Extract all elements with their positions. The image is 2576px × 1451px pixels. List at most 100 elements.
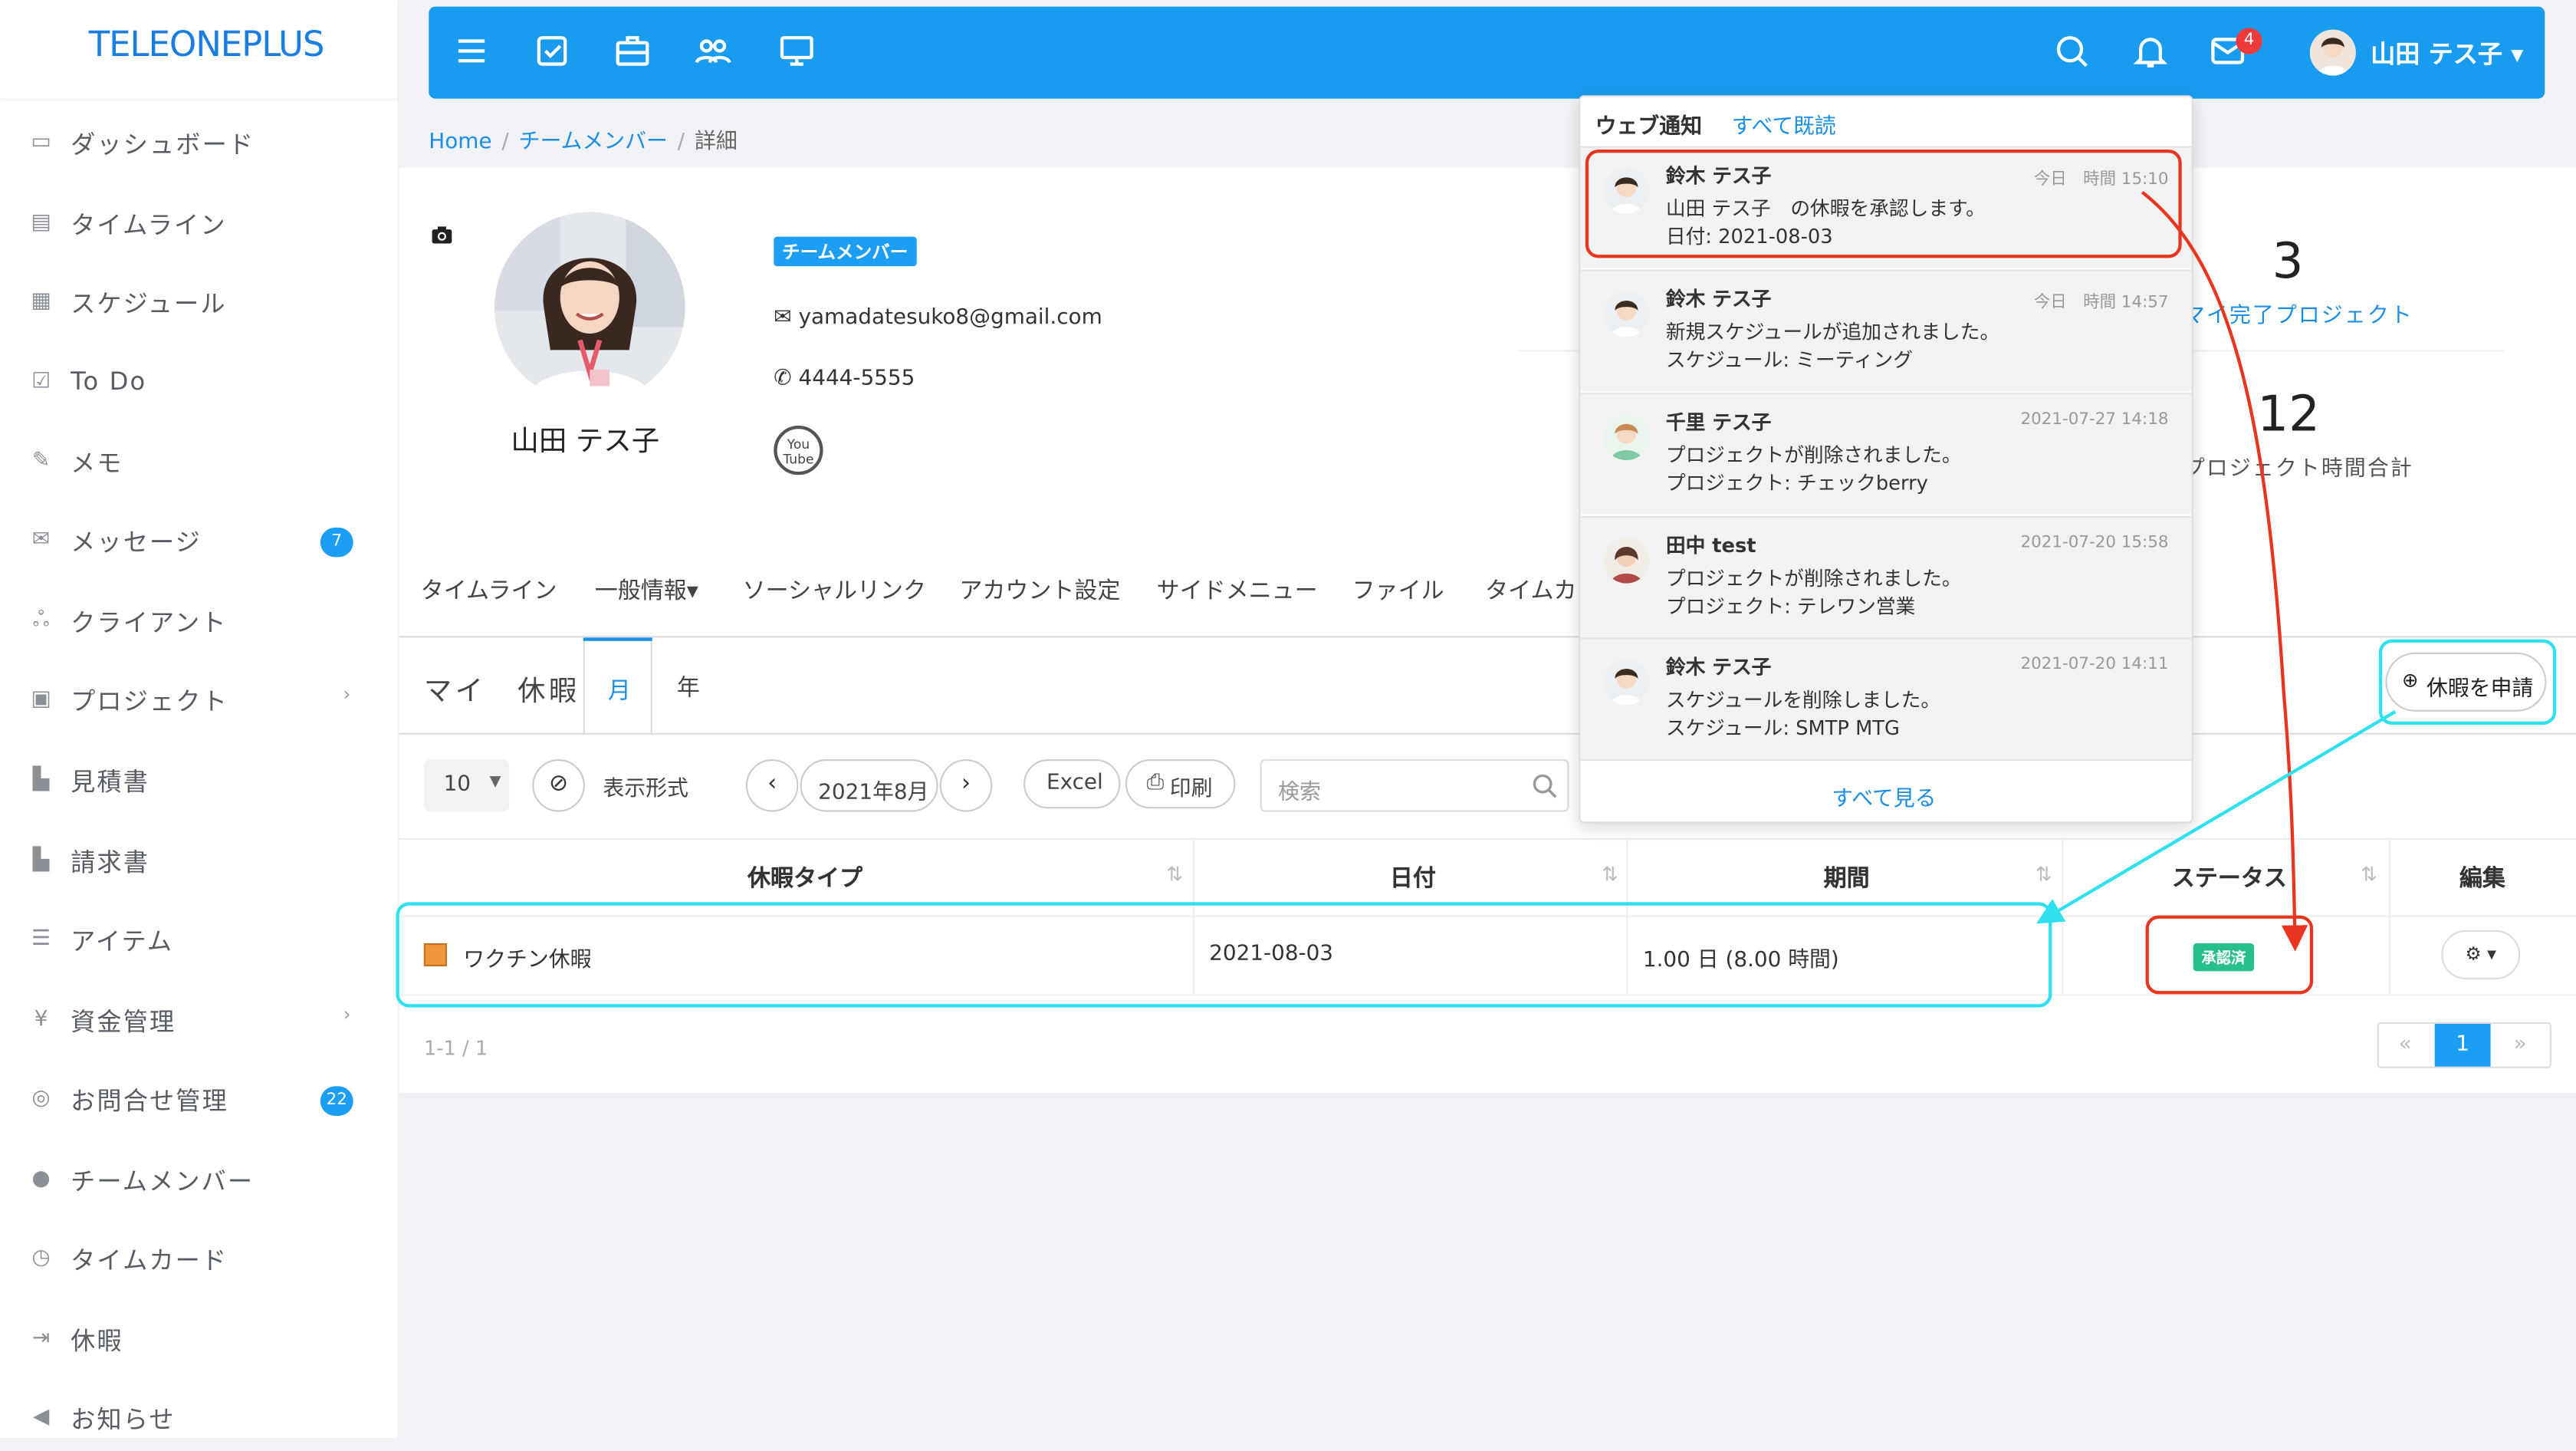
tab-timeline[interactable]: タイムライン	[421, 574, 557, 607]
todo-check-icon[interactable]	[532, 31, 575, 74]
sort-icon[interactable]: ⇅	[2036, 863, 2052, 886]
prev-month-button[interactable]: ‹	[745, 758, 799, 812]
sidebar-item-label: 資金管理	[71, 1007, 176, 1038]
notification-item[interactable]: 千里 テス子 2021-07-27 14:18 プロジェクトが削除されました。 …	[1580, 393, 2192, 515]
bell-icon[interactable]	[2131, 31, 2174, 74]
print-button[interactable]: ⎙ 印刷	[1125, 758, 1236, 809]
column-header-status[interactable]: ステータス	[2172, 861, 2287, 894]
see-all-label: すべて見る	[1832, 787, 1937, 812]
youtube-icon[interactable]: You Tube	[774, 426, 823, 475]
briefcase-icon[interactable]	[613, 31, 656, 74]
calendar-icon: ▦	[31, 289, 51, 314]
gear-icon: ⚙	[2465, 943, 2482, 965]
logo-text: TELEONEPLUS	[88, 25, 325, 64]
sidebar-item-support[interactable]: ◎ お問合せ管理 22	[0, 1067, 398, 1133]
breadcrumb-home[interactable]: Home	[429, 130, 491, 154]
sidebar-item-team-members[interactable]: ● チームメンバー	[0, 1147, 398, 1213]
breadcrumb-team-members[interactable]: チームメンバー	[519, 130, 668, 154]
mark-all-read-link[interactable]: すべて既読	[1732, 108, 1836, 140]
top-navbar: 4 山田 テス子 ▾	[429, 6, 2545, 99]
tab-month[interactable]: 月	[583, 639, 652, 735]
sidebar-item-label: ダッシュボード	[71, 130, 255, 160]
sidebar: TELEONEPLUS ▭ ダッシュボード ▤ タイムライン ▦ スケジュール ☑ To…	[0, 0, 398, 1438]
notification-item[interactable]: 田中 test 2021-07-20 15:58 プロジェクトが削除されました。…	[1580, 515, 2192, 638]
sidebar-item-items[interactable]: ☰ アイテム	[0, 907, 398, 973]
profile-phone: ✆ 4444-5555	[774, 367, 915, 391]
notification-sender: 鈴木 テス子	[1665, 288, 1772, 311]
user-menu[interactable]: 山田 テス子 ▾	[2371, 36, 2523, 71]
sidebar-item-clients[interactable]: ஃ クライアント	[0, 588, 398, 654]
highlight-cyan-leave-row	[396, 902, 2052, 1008]
tab-social-links[interactable]: ソーシャルリンク	[743, 574, 926, 607]
users-icon[interactable]	[693, 31, 736, 74]
subtabs-divider	[399, 732, 2576, 735]
avatar	[1603, 414, 1650, 460]
search-icon[interactable]	[2052, 31, 2095, 74]
sidebar-item-schedule[interactable]: ▦ スケジュール	[0, 269, 398, 335]
sidebar-item-leave[interactable]: ⇥ 休暇	[0, 1307, 398, 1373]
active-tab-indicator	[583, 637, 652, 641]
pagination-page[interactable]: 1	[2434, 1024, 2491, 1067]
logo[interactable]: TELEONEPLUS	[0, 0, 398, 99]
row-actions-button[interactable]: ⚙ ▾	[2441, 929, 2521, 980]
user-icon: ●	[31, 1166, 51, 1192]
notification-time: 2021-07-20 15:58	[2020, 534, 2169, 552]
sidebar-item-timecard[interactable]: ◷ タイムカード	[0, 1226, 398, 1292]
pagination-next[interactable]: »	[2514, 1032, 2527, 1057]
sidebar-item-label: プロジェクト	[71, 686, 228, 717]
sidebar-item-timeline[interactable]: ▤ タイムライン	[0, 191, 398, 257]
column-header-date[interactable]: 日付	[1390, 861, 1436, 894]
caret-down-icon: ▾	[2487, 943, 2496, 965]
tab-side-menu[interactable]: サイドメニュー	[1157, 574, 1318, 607]
sidebar-item-label: お問合せ管理	[71, 1086, 228, 1116]
tab-year[interactable]: 年	[677, 670, 700, 703]
sidebar-item-invoices[interactable]: ▙ 請求書	[0, 828, 398, 894]
edit-icon: ✎	[31, 449, 51, 474]
search-input[interactable]: 検索	[1260, 758, 1569, 812]
sidebar-item-projects[interactable]: ▣ プロジェクト ›	[0, 667, 398, 733]
notification-detail: プロジェクト: テレワン営業	[1665, 594, 1916, 618]
notification-item[interactable]: 鈴木 テス子 今日 時間 14:57 新規スケジュールが追加されました。 スケジ…	[1580, 269, 2192, 391]
envelope-icon: ✉	[31, 527, 51, 552]
tab-general-info[interactable]: 一般情報▾	[595, 574, 698, 607]
column-header-duration[interactable]: 期間	[1824, 861, 1870, 894]
notification-item[interactable]: 鈴木 テス子 2021-07-20 14:11 スケジュールを削除しました。 ス…	[1580, 637, 2192, 759]
bullhorn-icon: ◀	[32, 1405, 50, 1430]
notification-header: ウェブ通知 すべて既読	[1580, 97, 2191, 146]
search-placeholder: 検索	[1278, 780, 1321, 805]
sidebar-item-memo[interactable]: ✎ メモ	[0, 429, 398, 495]
sidebar-item-dashboard[interactable]: ▭ ダッシュボード	[0, 110, 398, 176]
sidebar-item-announcements[interactable]: ◀ お知らせ	[0, 1385, 398, 1451]
sort-icon[interactable]: ⇅	[2361, 863, 2377, 886]
monitor-icon[interactable]	[777, 31, 820, 74]
sidebar-item-label: 請求書	[71, 847, 150, 878]
sidebar-item-estimates[interactable]: ▙ 見積書	[0, 748, 398, 814]
sidebar-item-finance[interactable]: ¥ 資金管理 ›	[0, 988, 398, 1054]
display-format-button[interactable]: ⊘ 表示形式	[532, 758, 733, 812]
stat-completed-projects-label[interactable]: マイ完了プロジェクト	[2183, 298, 2413, 328]
column-header-leave-type[interactable]: 休暇タイプ	[748, 861, 863, 894]
page-length-select[interactable]: 10 ▼	[423, 758, 510, 812]
page-length-value: 10	[443, 772, 472, 798]
sort-icon[interactable]: ⇅	[1166, 863, 1183, 886]
excel-label: Excel	[1046, 770, 1103, 796]
highlight-cyan-apply-button	[2378, 639, 2557, 725]
menu-icon[interactable]	[452, 31, 495, 74]
tab-files[interactable]: ファイル	[1352, 574, 1444, 607]
tab-account-settings[interactable]: アカウント設定	[959, 574, 1120, 607]
sort-icon[interactable]: ⇅	[1602, 863, 1618, 886]
sign-out-icon: ⇥	[31, 1326, 51, 1351]
excel-button[interactable]: Excel	[1024, 758, 1121, 809]
sidebar-item-todo[interactable]: ☑ To Do	[0, 350, 398, 416]
print-label: 印刷	[1169, 777, 1213, 802]
phone-text: 4444-5555	[798, 366, 915, 391]
avatar	[1603, 291, 1650, 337]
pagination-prev[interactable]: «	[2399, 1032, 2412, 1057]
next-month-button[interactable]: ›	[939, 758, 993, 812]
avatar[interactable]	[2309, 29, 2356, 76]
see-all-notifications[interactable]: すべて見る	[1580, 758, 2192, 824]
camera-icon[interactable]	[430, 225, 453, 252]
avatar	[1603, 537, 1650, 584]
sidebar-item-messages[interactable]: ✉ メッセージ 7	[0, 508, 398, 574]
list-icon: ☰	[31, 926, 51, 952]
